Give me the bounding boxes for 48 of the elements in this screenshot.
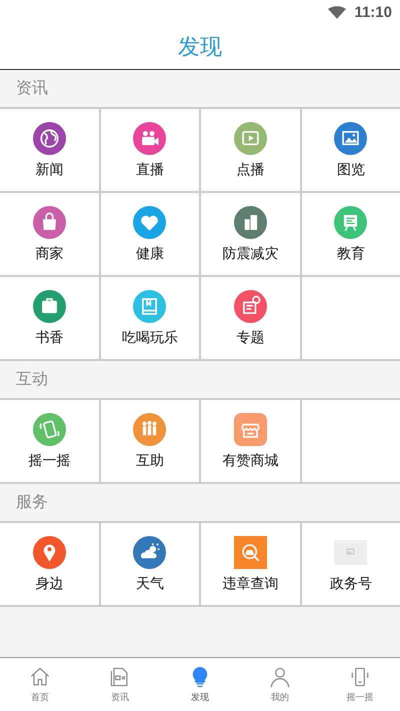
grid-item[interactable]: 违章查询 [201, 523, 300, 605]
grid-item-label: 违章查询 [222, 574, 278, 592]
grid-item[interactable]: 教育 [302, 193, 400, 275]
grid-item-label: 有赞商城 [222, 452, 278, 470]
grid-item-label: 防震减灾 [222, 244, 278, 262]
grid-item-label: 身边 [35, 574, 64, 592]
nav-tab[interactable]: 发现 [160, 658, 240, 711]
grid-item[interactable]: 互助 [100, 400, 199, 482]
grid-item-label: 吃喝玩乐 [122, 328, 178, 346]
grid-item-label: 政务号 [330, 574, 372, 592]
grid-item[interactable]: 健康 [100, 193, 199, 275]
grid-item[interactable]: 政务号 [302, 523, 400, 605]
grid-item-label: 点播 [236, 160, 264, 178]
grid-item-label: 教育 [336, 244, 365, 262]
grid-item[interactable]: 专题 [201, 277, 300, 359]
grid-item[interactable]: 新闻 [0, 109, 98, 191]
grid-item-label: 图览 [336, 160, 365, 178]
grid-item-label: 摇一摇 [28, 452, 70, 470]
grid-item[interactable]: 点播 [201, 109, 300, 191]
grid-item[interactable]: 防震减灾 [201, 193, 300, 275]
nav-tab[interactable]: 我的 [240, 658, 320, 711]
grid-item-label: 书香 [35, 328, 64, 346]
section-title: 资讯 [16, 78, 48, 99]
grid-item[interactable]: 身边 [0, 523, 98, 605]
grid-item-label: 健康 [136, 244, 164, 262]
grid-item[interactable]: 天气 [100, 523, 199, 605]
grid-item[interactable]: 书香 [0, 277, 98, 359]
page-title: 发现 [178, 34, 222, 62]
section-title: 互动 [16, 369, 48, 390]
wifi-icon [328, 6, 346, 19]
grid-item-label: 天气 [136, 574, 164, 592]
section-title: 服务 [16, 492, 48, 513]
grid-item-label: 直播 [136, 160, 164, 178]
grid-item[interactable]: 摇一摇 [0, 400, 98, 482]
nav-tab[interactable]: 首页 [0, 658, 80, 711]
person-icon [268, 665, 292, 689]
grid-item[interactable]: 有赞商城 [201, 400, 300, 482]
nav-tab[interactable]: 摇一摇 [320, 658, 400, 711]
nav-tab[interactable]: 资讯 [80, 658, 160, 711]
grid-item[interactable]: 直播 [100, 109, 199, 191]
grid-item[interactable]: 商家 [0, 193, 98, 275]
grid-item-label: 互助 [136, 452, 164, 470]
grid-item[interactable]: 图览 [302, 109, 400, 191]
grid-item-label: 新闻 [35, 160, 64, 178]
grid-item-label: 商家 [35, 244, 64, 262]
grid-item-label: 专题 [236, 328, 264, 346]
grid-item[interactable]: 吃喝玩乐 [100, 277, 199, 359]
status-time: 11:10 [354, 4, 392, 21]
